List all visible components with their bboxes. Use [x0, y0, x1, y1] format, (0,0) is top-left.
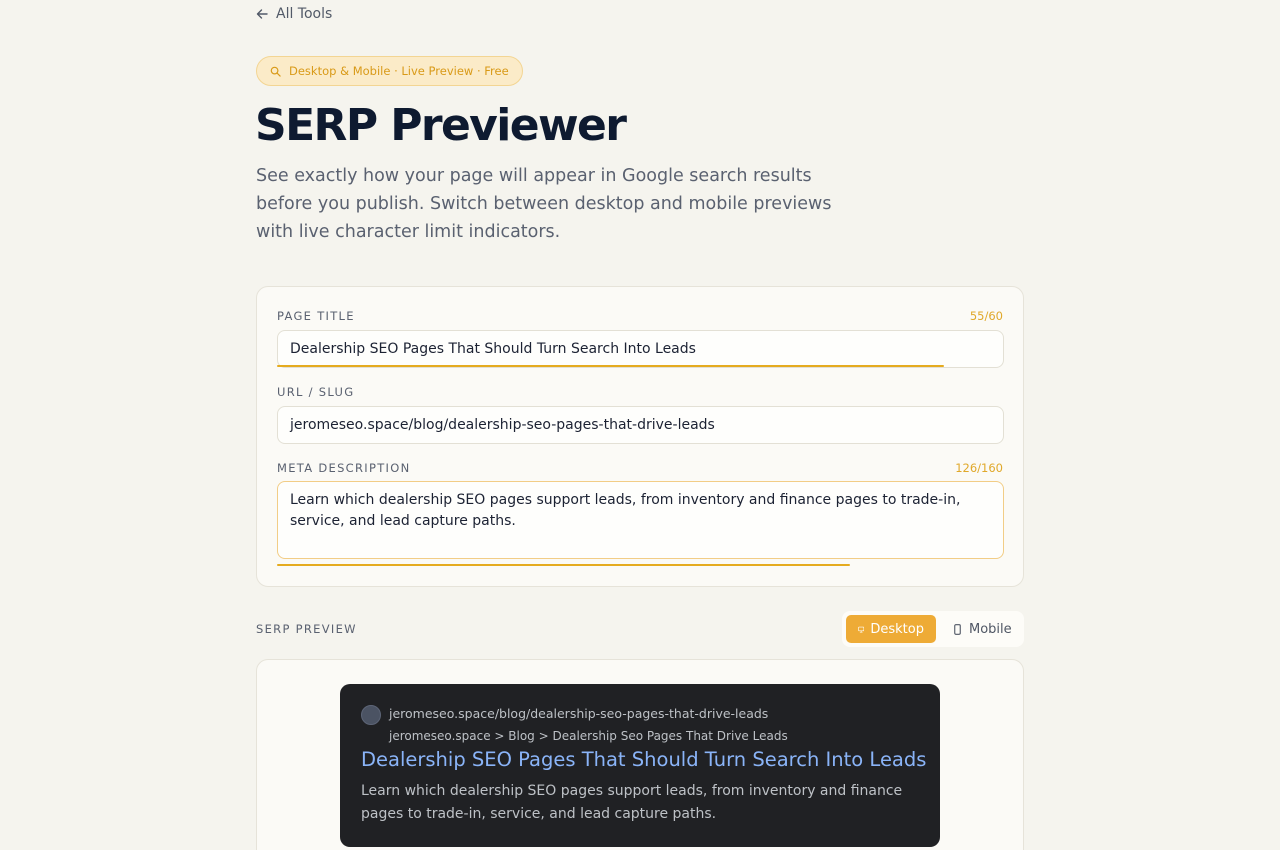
description-char-count: 126/160 [955, 461, 1003, 475]
page: All Tools Desktop & Mobile · Live Previe… [0, 0, 1280, 850]
description-limit-bar [277, 564, 850, 566]
phone-icon [954, 623, 961, 635]
url-input[interactable]: jeromeseo.space/blog/dealership-seo-page… [277, 406, 1004, 444]
back-link[interactable]: All Tools [256, 6, 332, 22]
serp-breadcrumb: jeromeseo.space > Blog > Dealership Seo … [389, 729, 788, 743]
feature-badge: Desktop & Mobile · Live Preview · Free [256, 56, 523, 86]
serp-url: jeromeseo.space/blog/dealership-seo-page… [389, 706, 769, 721]
input-card: PAGE TITLE 55/60 Dealership SEO Pages Th… [256, 286, 1024, 587]
desktop-toggle-button[interactable]: Desktop [846, 615, 936, 643]
title-char-count: 55/60 [969, 309, 1003, 323]
monitor-icon [858, 626, 865, 632]
mobile-toggle-label: Mobile [969, 621, 1012, 637]
title-label: PAGE TITLE [277, 309, 355, 323]
description-label: META DESCRIPTION [277, 461, 411, 475]
serp-title-link[interactable]: Dealership SEO Pages That Should Turn Se… [361, 748, 926, 771]
title-limit-bar [277, 365, 944, 367]
page-description: See exactly how your page will appear in… [256, 166, 832, 242]
badge-label: Desktop & Mobile · Live Preview · Free [289, 64, 509, 78]
mobile-toggle-button[interactable]: Mobile [940, 615, 1024, 643]
arrow-left-icon [256, 9, 268, 19]
title-input[interactable]: Dealership SEO Pages That Should Turn Se… [277, 330, 1004, 368]
description-textarea[interactable]: Learn which dealership SEO pages support… [277, 481, 1004, 559]
serp-result: jeromeseo.space/blog/dealership-seo-page… [340, 684, 940, 847]
url-label: URL / SLUG [277, 385, 355, 399]
desktop-toggle-label: Desktop [870, 621, 924, 637]
page-title: SERP Previewer [255, 100, 627, 151]
serp-description: Learn which dealership SEO pages support… [361, 783, 903, 822]
back-link-label: All Tools [276, 6, 333, 22]
search-icon [270, 66, 281, 77]
preview-section-label: SERP PREVIEW [256, 622, 357, 636]
device-toggle: Desktop Mobile [842, 611, 1024, 647]
favicon-icon [361, 705, 381, 725]
